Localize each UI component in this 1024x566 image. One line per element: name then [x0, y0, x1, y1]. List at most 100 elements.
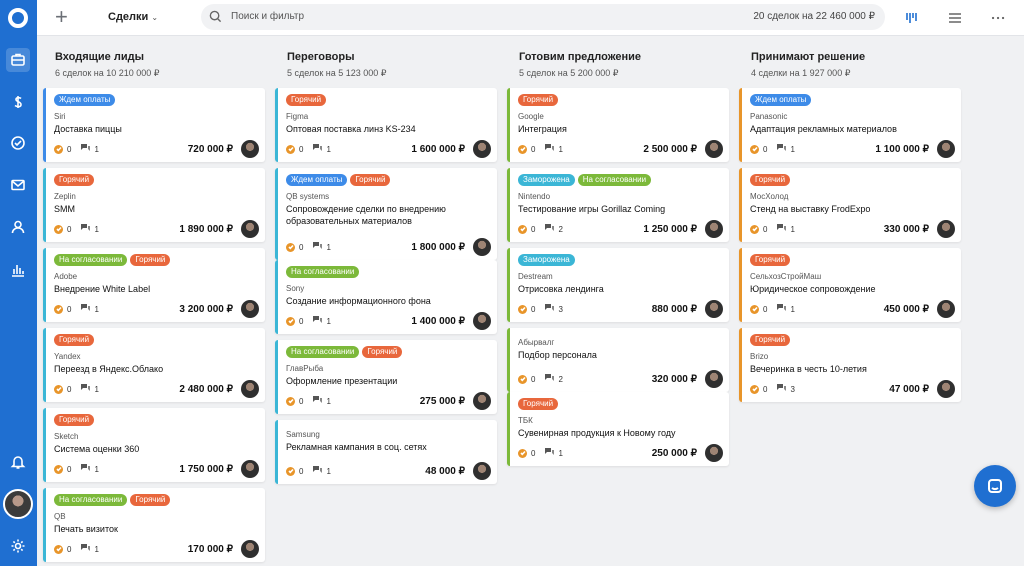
avatar[interactable]	[241, 140, 259, 158]
deal-tags: На согласовании Горячий	[54, 494, 171, 506]
deal-title: Оптовая поставка линз KS-234	[286, 124, 416, 134]
deal-card[interactable]: Samsung Рекламная кампания в соц. сетях 0 1…	[275, 420, 497, 484]
user-avatar[interactable]	[3, 489, 33, 519]
avatar[interactable]	[937, 380, 955, 398]
deals-nav-icon[interactable]	[6, 48, 30, 72]
avatar[interactable]	[241, 300, 259, 318]
deals-total-count: 20 сделок на 22 460 000 ₽	[753, 11, 875, 22]
deal-card[interactable]: Горячий МосХолод Стенд на выставку FrodExp…	[739, 168, 961, 242]
chat-support-button[interactable]	[974, 465, 1016, 507]
deal-card[interactable]: Ждем оплаты Panasonic Адаптация рекламных …	[739, 88, 961, 162]
task-count: 0	[67, 304, 72, 314]
deal-stats: 01	[54, 464, 99, 474]
task-check-icon	[54, 304, 63, 314]
deal-stats: 01	[54, 384, 99, 394]
deal-card[interactable]: На согласовании Горячий ГлавРыба Оформление…	[275, 340, 497, 414]
status-badge: Горячий	[54, 414, 95, 426]
avatar[interactable]	[705, 370, 723, 388]
avatar[interactable]	[705, 140, 723, 158]
avatar[interactable]	[473, 392, 491, 410]
money-nav-icon[interactable]	[6, 90, 30, 114]
deal-amount: 2 500 000 ₽	[643, 144, 697, 155]
task-check-icon	[518, 448, 527, 458]
app-logo-icon[interactable]	[8, 8, 28, 28]
task-count: 0	[299, 466, 304, 476]
deal-card[interactable]: Ждем оплаты Siri Доставка пиццы 0 1 720 000 ₽	[43, 88, 265, 162]
deal-title: Адаптация рекламных материалов	[750, 124, 897, 134]
avatar[interactable]	[241, 460, 259, 478]
avatar[interactable]	[705, 444, 723, 462]
deal-amount: 1 750 000 ₽	[179, 464, 233, 475]
deal-company: Google	[518, 112, 544, 121]
deal-card[interactable]: На согласовании Sony Создание информационн…	[275, 260, 497, 334]
mail-nav-icon[interactable]	[6, 173, 30, 197]
task-check-icon	[54, 144, 63, 154]
task-check-icon	[750, 304, 759, 314]
deal-card[interactable]: Горячий Google Интеграция 0 1 2 500 000 ₽	[507, 88, 729, 162]
deal-card[interactable]: Горячий Zeplin SMM 0 1 1 890 000 ₽	[43, 168, 265, 242]
avatar[interactable]	[473, 238, 491, 256]
deal-company: Yandex	[54, 352, 81, 361]
contacts-nav-icon[interactable]	[6, 215, 30, 239]
comment-icon	[777, 144, 787, 154]
avatar[interactable]	[937, 300, 955, 318]
comment-icon	[81, 384, 91, 394]
deal-card[interactable]: На согласовании Горячий QB Печать визиток 0 1…	[43, 488, 265, 562]
comment-count: 1	[326, 144, 331, 154]
deal-stats: 01	[286, 396, 331, 406]
avatar[interactable]	[473, 140, 491, 158]
deal-card[interactable]: На согласовании Горячий Adobe Внедрение Whi…	[43, 248, 265, 322]
avatar[interactable]	[937, 140, 955, 158]
list-view-icon[interactable]	[946, 9, 964, 27]
deal-card[interactable]: Заморожена На согласовании Nintendo Тестиро…	[507, 168, 729, 242]
task-count: 0	[531, 448, 536, 458]
deal-card[interactable]: Горячий СельхозСтройМаш Юридическое сопров…	[739, 248, 961, 322]
deals-selector[interactable]: Сделки ⌄	[108, 11, 158, 23]
deal-amount: 1 800 000 ₽	[411, 242, 465, 253]
task-count: 0	[763, 224, 768, 234]
avatar[interactable]	[241, 540, 259, 558]
deal-company: Sony	[286, 284, 305, 293]
more-options-icon[interactable]	[989, 9, 1007, 27]
deal-card[interactable]: Горячий Brizo Вечеринка в честь 10-летия 0 3…	[739, 328, 961, 402]
deal-company: Nintendo	[518, 192, 551, 201]
deal-amount: 250 000 ₽	[651, 448, 697, 459]
deal-amount: 720 000 ₽	[187, 144, 233, 155]
deal-card[interactable]: Горячий Figma Оптовая поставка линз KS-234…	[275, 88, 497, 162]
comment-count: 1	[326, 316, 331, 326]
comment-icon	[545, 304, 555, 314]
deal-stats: 02	[518, 224, 563, 234]
settings-gear-icon[interactable]	[6, 534, 30, 558]
deal-card[interactable]: Горячий ТБК Сувенирная продукция к Новому …	[507, 392, 729, 466]
avatar[interactable]	[241, 380, 259, 398]
bell-icon[interactable]	[6, 450, 30, 474]
deal-card[interactable]: Горячий Sketch Система оценки 360 0 1 1 750 0…	[43, 408, 265, 482]
deal-amount: 275 000 ₽	[419, 396, 465, 407]
deal-card[interactable]: Горячий Yandex Переезд в Яндекс.Облако 0 1 2 …	[43, 328, 265, 402]
deal-card[interactable]: Ждем оплаты Горячий QB systems Сопровождени…	[275, 168, 497, 260]
comment-icon	[313, 466, 323, 476]
deal-card[interactable]: Заморожена Destream Отрисовка лендинга 0 3 88…	[507, 248, 729, 322]
avatar[interactable]	[937, 220, 955, 238]
avatar[interactable]	[705, 300, 723, 318]
avatar[interactable]	[241, 220, 259, 238]
deal-title: Переезд в Яндекс.Облако	[54, 364, 164, 374]
avatar[interactable]	[705, 220, 723, 238]
status-badge: Заморожена	[518, 174, 575, 186]
tasks-nav-icon[interactable]	[6, 131, 30, 155]
deal-stats: 01	[286, 242, 331, 252]
deal-tags: Горячий	[750, 334, 791, 346]
deal-stats: 01	[750, 144, 795, 154]
add-deal-plus-icon[interactable]: +	[55, 6, 68, 28]
comment-count: 1	[94, 544, 99, 554]
reports-nav-icon[interactable]	[6, 258, 30, 282]
avatar[interactable]	[473, 462, 491, 480]
deal-amount: 330 000 ₽	[883, 224, 929, 235]
search-input[interactable]: Поиск и фильтр 20 сделок на 22 460 000 ₽	[201, 4, 885, 30]
deal-stats: 03	[518, 304, 563, 314]
avatar[interactable]	[473, 312, 491, 330]
deal-card[interactable]: Абырвалг Подбор персонала 0 2 320 000 ₽	[507, 328, 729, 392]
funnel-view-icon[interactable]	[903, 9, 921, 27]
deal-tags: На согласовании Горячий	[286, 346, 403, 358]
top-bar: + Сделки ⌄ Поиск и фильтр 20 сделок на 22…	[37, 0, 1024, 36]
